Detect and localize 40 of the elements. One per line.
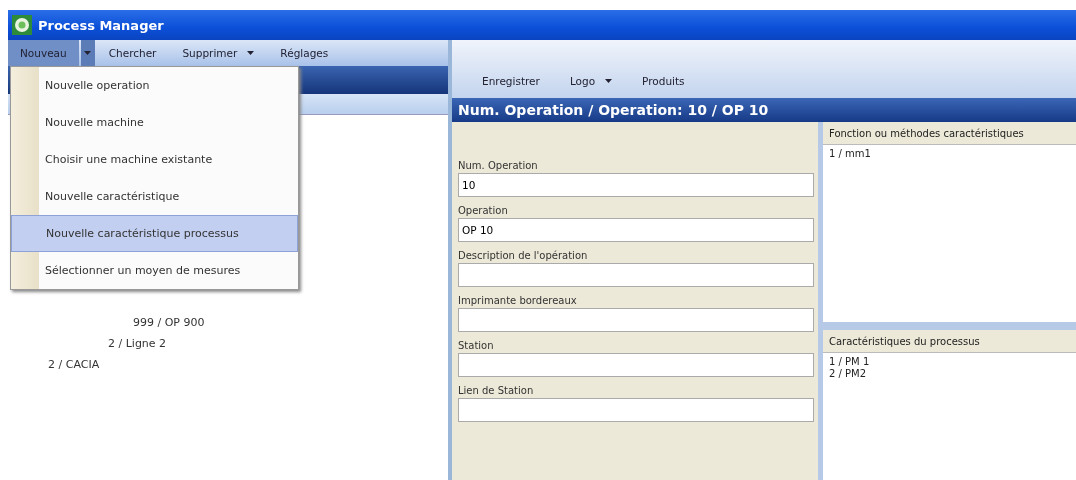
list-item[interactable]: 1 / mm1: [823, 148, 1076, 160]
input-field[interactable]: 10: [458, 173, 814, 197]
tree-item[interactable]: 2 / Ligne 2: [108, 337, 167, 350]
caret-icon: [247, 51, 255, 55]
toolbar-button[interactable]: Nouveau: [8, 40, 79, 66]
toolbar-button[interactable]: Logo: [557, 68, 625, 94]
toolbar-button[interactable]: Supprimer: [170, 40, 267, 66]
menu-item[interactable]: Nouvelle machine: [11, 104, 298, 141]
toolbar-button[interactable]: Chercher: [96, 40, 169, 66]
panel-title: Caractéristiques du processus: [823, 330, 1076, 353]
menu-item[interactable]: Nouvelle caractéristique processus: [11, 215, 298, 252]
record-header: Num. Operation / Operation: 10 / OP 10: [452, 98, 1076, 122]
menu-item[interactable]: Choisir une machine existante: [11, 141, 298, 178]
list-item[interactable]: 2 / PM2: [823, 368, 1076, 380]
panel-title: Fonction ou méthodes caractéristiques: [823, 122, 1076, 145]
toolbar-button[interactable]: Enregistrer: [470, 68, 552, 94]
input-field[interactable]: [458, 308, 814, 332]
field-label: Num. Operation: [458, 160, 539, 171]
field-label: Station: [458, 340, 495, 351]
field-label: Imprimante bordereaux: [458, 295, 578, 306]
menu-item[interactable]: Sélectionner un moyen de mesures: [11, 252, 298, 289]
field-label: Operation: [458, 205, 509, 216]
input-field[interactable]: OP 10: [458, 218, 814, 242]
input-field[interactable]: [458, 353, 814, 377]
caret-icon: [605, 79, 613, 83]
toolbar-button[interactable]: Réglages: [268, 40, 341, 66]
app-logo-icon: [12, 15, 32, 35]
field-label: Description de l'opération: [458, 250, 589, 261]
tree-item[interactable]: 2 / CACIA: [48, 358, 100, 371]
menu-item[interactable]: Nouvelle caractéristique: [11, 178, 298, 215]
window-title: Process Manager: [38, 17, 164, 33]
tree-item[interactable]: 999 / OP 900: [133, 316, 205, 329]
toolbar-button[interactable]: Produits: [630, 68, 697, 94]
field-label: Lien de Station: [458, 385, 535, 396]
input-field[interactable]: [458, 263, 814, 287]
input-field[interactable]: [458, 398, 814, 422]
caret-icon: [84, 51, 92, 55]
dropdown-button[interactable]: [80, 40, 95, 66]
list-item[interactable]: 1 / PM 1: [823, 356, 1076, 368]
menu-item[interactable]: Nouvelle operation: [11, 67, 298, 104]
